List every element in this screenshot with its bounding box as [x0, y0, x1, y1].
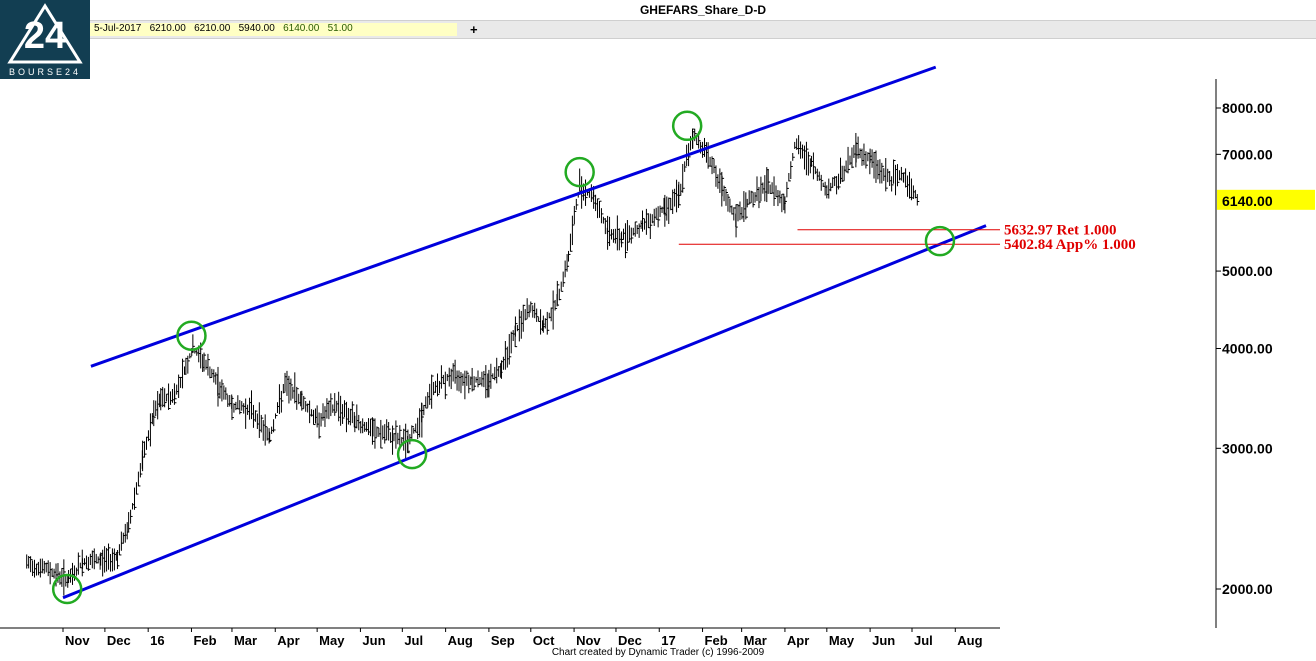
x-tick-label: May	[319, 633, 345, 648]
x-tick-label: 16	[150, 633, 164, 648]
x-tick-label: Nov	[576, 633, 601, 648]
x-tick-label: Feb	[193, 633, 216, 648]
price-chart[interactable]: 8000.00 7000.00 5000.00 4000.00 3000.00 2000.…	[0, 0, 1316, 661]
x-tick-label: Mar	[744, 633, 767, 648]
plot-area	[0, 79, 1215, 628]
x-tick-label: Jul	[404, 633, 423, 648]
y-tick-label: 7000.00	[1222, 146, 1273, 162]
x-tick-label: Aug	[448, 633, 473, 648]
x-tick-label: Oct	[533, 633, 555, 648]
x-tick-label: Apr	[787, 633, 809, 648]
y-tick-label: 4000.00	[1222, 341, 1273, 357]
x-tick-label: Jun	[362, 633, 385, 648]
y-tick-label: 3000.00	[1222, 440, 1273, 456]
x-tick-label: Jul	[914, 633, 933, 648]
y-tick-label: 8000.00	[1222, 100, 1273, 116]
x-tick-label: Jun	[872, 633, 895, 648]
y-tick-label: 2000.00	[1222, 581, 1273, 597]
x-tick-label: Feb	[705, 633, 728, 648]
level-label: 5402.84 App% 1.000	[1004, 237, 1136, 253]
x-tick-label: Aug	[957, 633, 982, 648]
x-tick-label: Nov	[65, 633, 90, 648]
x-tick-label: Apr	[277, 633, 299, 648]
y-tick-label: 5000.00	[1222, 263, 1273, 279]
x-tick-label: Mar	[234, 633, 257, 648]
chart-credit: Chart created by Dynamic Trader (c) 1996…	[551, 647, 765, 658]
x-tick-label: May	[829, 633, 855, 648]
last-price-label: 6140.00	[1222, 193, 1273, 209]
x-tick-label: Dec	[107, 633, 131, 648]
x-tick-label: 17	[661, 633, 675, 648]
x-tick-label: Sep	[491, 633, 515, 648]
x-tick-label: Dec	[618, 633, 642, 648]
